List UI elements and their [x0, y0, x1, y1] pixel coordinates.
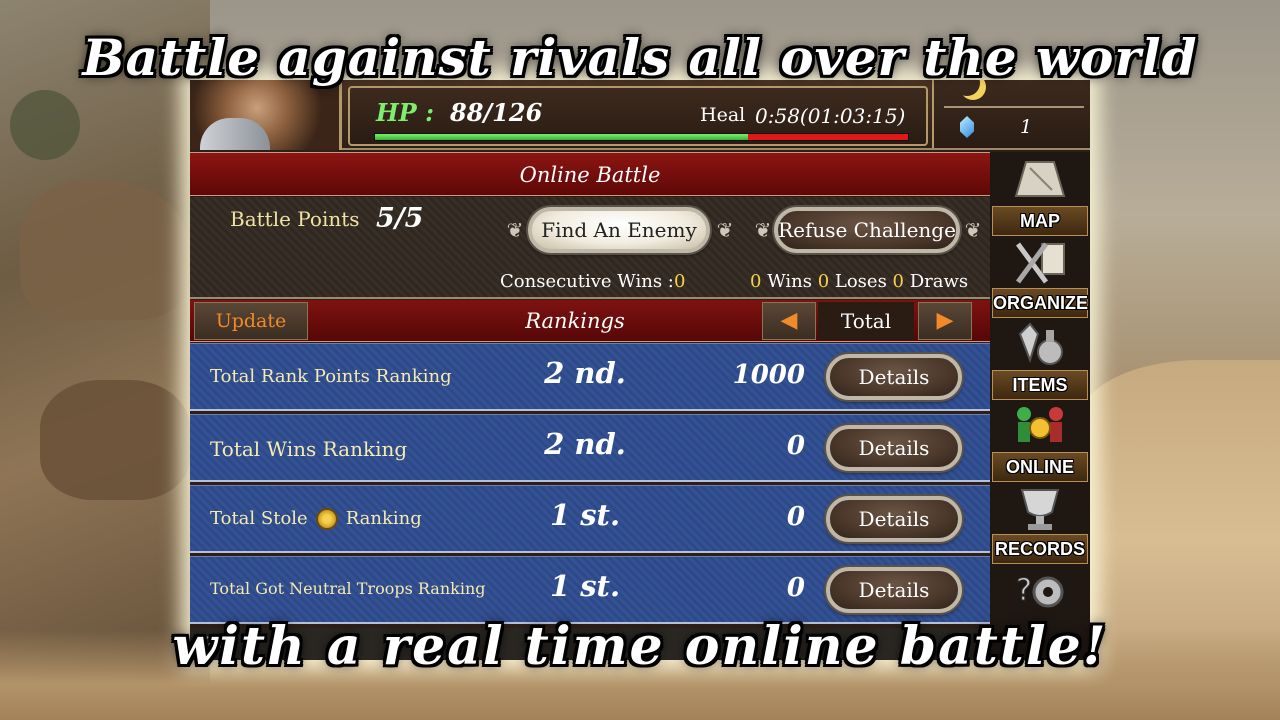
menu-map-label: MAP	[992, 206, 1088, 236]
ranking-score: 1000	[732, 360, 805, 390]
hp-panel: HP : 88/126 Heal 0:58(01:03:15)	[348, 86, 928, 146]
rankings-title: Rankings	[525, 309, 625, 333]
resource-panel: 1	[932, 80, 1090, 148]
ranking-position: 1 st.	[549, 498, 621, 532]
details-button[interactable]: Details	[826, 567, 962, 613]
period-prev-button[interactable]: ◀	[762, 302, 816, 340]
ranking-score: 0	[786, 502, 805, 532]
svg-text:?: ?	[1016, 573, 1032, 608]
ranking-name-part: Total Stole	[210, 508, 308, 529]
status-bar: HP : 88/126 Heal 0:58(01:03:15) 1	[190, 80, 1090, 150]
ranking-name: Total Wins Ranking	[210, 437, 408, 461]
commander-portrait[interactable]	[190, 80, 342, 150]
menu-online-label: ONLINE	[992, 452, 1088, 482]
game-screen: HP : 88/126 Heal 0:58(01:03:15) 1 Online…	[190, 80, 1090, 660]
consecutive-wins-value: 0	[674, 271, 686, 292]
menu-online[interactable]: ONLINE	[990, 400, 1090, 484]
draws-count: 0	[892, 271, 904, 292]
ranking-score: 0	[786, 431, 805, 461]
period-next-button[interactable]: ▶	[918, 302, 972, 340]
loses-count: 0	[817, 271, 830, 292]
win-loss-record: 0 Wins 0 Loses 0 Draws	[750, 271, 968, 292]
ranking-row: Total Wins Ranking 2 nd. 0 Details	[190, 414, 990, 482]
find-enemy-button[interactable]: Find An Enemy	[528, 207, 710, 253]
ranking-row: Total Stole Ranking 1 st. 0 Details	[190, 485, 990, 553]
potions-icon	[1018, 322, 1063, 365]
wins-count: 0	[750, 271, 762, 292]
menu-organize[interactable]: ORGANIZE	[990, 236, 1090, 320]
ranking-name: Total Got Neutral Troops Ranking	[210, 579, 486, 598]
crystal-icon	[960, 116, 974, 138]
rankings-header: Update Rankings ◀ Total ▶	[190, 300, 990, 342]
hp-bar-fill	[375, 134, 749, 140]
ranking-score: 0	[786, 573, 805, 603]
draws-label: Draws	[909, 271, 969, 292]
ranking-position: 2 nd.	[544, 356, 626, 390]
update-button[interactable]: Update	[194, 302, 308, 340]
refuse-challenge-button[interactable]: Refuse Challenge	[774, 207, 960, 253]
ranking-position: 2 nd.	[544, 427, 626, 461]
battle-panel: Battle Points 5/5 ❦ Find An Enemy ❦ ❦ Re…	[190, 197, 990, 299]
arrow-left-icon: ◀	[780, 308, 798, 333]
online-battle-title: Online Battle	[190, 152, 990, 196]
arrow-right-icon: ▶	[936, 308, 954, 333]
ornament-icon: ❦	[754, 218, 772, 242]
promo-subline: with a real time online battle!	[172, 616, 1108, 677]
heal-label: Heal	[700, 104, 746, 126]
map-icon	[1014, 161, 1066, 197]
ranking-name-part: Ranking	[345, 508, 422, 529]
hp-bar	[374, 133, 909, 141]
details-button[interactable]: Details	[826, 354, 962, 400]
crystal-count: 1	[1020, 116, 1033, 138]
loses-label: Loses	[834, 271, 887, 292]
resource-divider	[944, 106, 1084, 108]
details-button[interactable]: Details	[826, 425, 962, 471]
battle-points-value: 5/5	[376, 203, 424, 234]
background-rock	[40, 380, 190, 500]
ranking-position: 1 st.	[549, 569, 621, 603]
gear-icon: ?	[1016, 573, 1064, 609]
crossed-swords-icon	[1015, 242, 1065, 284]
background-rock	[20, 180, 190, 320]
ranking-name: Total Rank Points Ranking	[210, 366, 452, 387]
hp-label: HP :	[376, 98, 434, 127]
heal-timer: 0:58(01:03:15)	[755, 104, 906, 128]
menu-map[interactable]: MAP	[990, 154, 1090, 238]
ornament-icon: ❦	[964, 218, 982, 242]
ranking-period: Total	[818, 302, 914, 340]
background-cliffs	[0, 0, 210, 720]
trophy-icon	[1020, 489, 1060, 530]
consecutive-wins-label: Consecutive Wins :	[500, 271, 674, 292]
hp-value: 88/126	[450, 98, 543, 127]
ranking-row: Total Rank Points Ranking 2 nd. 1000 Det…	[190, 343, 990, 411]
wins-label: Wins	[767, 271, 812, 292]
menu-items[interactable]: ITEMS	[990, 318, 1090, 402]
versus-icon	[1017, 407, 1063, 442]
menu-records[interactable]: RECORDS	[990, 482, 1090, 566]
menu-items-label: ITEMS	[992, 370, 1088, 400]
ranking-row: Total Got Neutral Troops Ranking 1 st. 0…	[190, 556, 990, 624]
ornament-icon: ❦	[506, 218, 524, 242]
background-tree	[10, 90, 80, 160]
gold-coin-icon	[315, 508, 338, 530]
ornament-icon: ❦	[716, 218, 734, 242]
promo-headline: Battle against rivals all over the world	[82, 28, 1198, 87]
side-menu: MAP ORGANIZE ITEMS ONLINE RECORDS ?	[990, 152, 1090, 660]
details-button[interactable]: Details	[826, 496, 962, 542]
ranking-name: Total Stole Ranking	[210, 508, 422, 530]
battle-points-label: Battle Points	[230, 207, 360, 231]
portrait-armor	[200, 118, 270, 150]
menu-records-label: RECORDS	[992, 534, 1088, 564]
menu-organize-label: ORGANIZE	[992, 288, 1088, 318]
